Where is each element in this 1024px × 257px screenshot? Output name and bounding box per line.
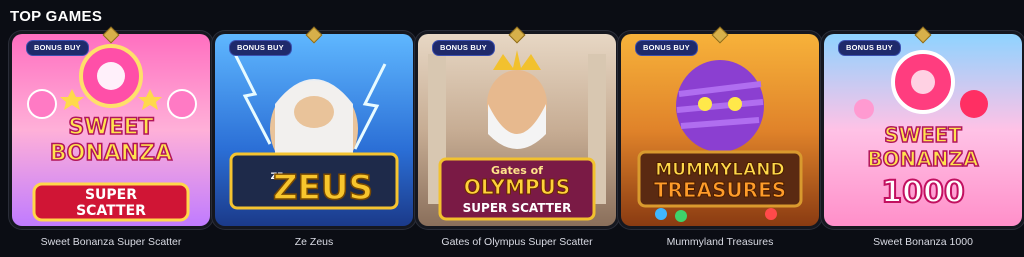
logo-line-2: ZEUS: [273, 168, 373, 208]
top-games-row: SWEET BONANZA SUPER SCATTER BONUS BUY Sw…: [12, 26, 1022, 254]
ze-zeus-art: ZE ZEUS: [215, 34, 413, 226]
sweet-bonanza-1000-art: SWEET BONANZA 1000: [824, 34, 1022, 226]
section-title: TOP GAMES: [10, 8, 103, 25]
game-card-gates-of-olympus-super-scatter[interactable]: Gates of OLYMPUS SUPER SCATTER BONUS BUY…: [418, 26, 616, 248]
game-card-ze-zeus[interactable]: ZE ZEUS BONUS BUY Ze Zeus: [215, 26, 413, 248]
game-thumbnail[interactable]: Gates of OLYMPUS SUPER SCATTER: [418, 34, 616, 226]
game-name[interactable]: Mummyland Treasures: [621, 236, 819, 248]
logo-line-4: SCATTER: [76, 203, 146, 219]
logo-line-1: SWEET: [68, 115, 153, 140]
game-name[interactable]: Sweet Bonanza Super Scatter: [12, 236, 210, 248]
bonus-buy-badge: BONUS BUY: [26, 40, 89, 56]
game-name[interactable]: Ze Zeus: [215, 236, 413, 248]
logo-line-3: SUPER: [85, 187, 137, 203]
bonus-buy-badge: BONUS BUY: [838, 40, 901, 56]
sweet-bonanza-art: SWEET BONANZA SUPER SCATTER: [12, 34, 210, 226]
game-thumbnail[interactable]: SWEET BONANZA 1000: [824, 34, 1022, 226]
bonus-buy-badge: BONUS BUY: [635, 40, 698, 56]
bonus-buy-badge: BONUS BUY: [432, 40, 495, 56]
game-thumbnail[interactable]: MUMMYLAND TREASURES: [621, 34, 819, 226]
game-card-sweet-bonanza-super-scatter[interactable]: SWEET BONANZA SUPER SCATTER BONUS BUY Sw…: [12, 26, 210, 248]
logo-line-3: 1000: [881, 175, 965, 210]
logo-line-3: SUPER SCATTER: [463, 201, 572, 215]
game-thumbnail[interactable]: SWEET BONANZA SUPER SCATTER: [12, 34, 210, 226]
game-name[interactable]: Gates of Olympus Super Scatter: [418, 236, 616, 248]
logo-line-1: SWEET: [884, 123, 962, 147]
logo-line-1: MUMMYLAND: [655, 160, 784, 180]
logo-line-2: BONANZA: [867, 147, 979, 171]
gates-of-olympus-art: Gates of OLYMPUS SUPER SCATTER: [418, 34, 616, 226]
game-name[interactable]: Sweet Bonanza 1000: [824, 236, 1022, 248]
game-card-mummyland-treasures[interactable]: MUMMYLAND TREASURES BONUS BUY Mummyland …: [621, 26, 819, 248]
logo-line-2: OLYMPUS: [464, 175, 570, 199]
mummyland-art: MUMMYLAND TREASURES: [621, 34, 819, 226]
game-thumbnail[interactable]: ZE ZEUS: [215, 34, 413, 226]
bonus-buy-badge: BONUS BUY: [229, 40, 292, 56]
logo-line-2: BONANZA: [50, 141, 172, 166]
game-card-sweet-bonanza-1000[interactable]: SWEET BONANZA 1000 BONUS BUY Sweet Bonan…: [824, 26, 1022, 248]
logo-line-2: TREASURES: [654, 178, 786, 202]
